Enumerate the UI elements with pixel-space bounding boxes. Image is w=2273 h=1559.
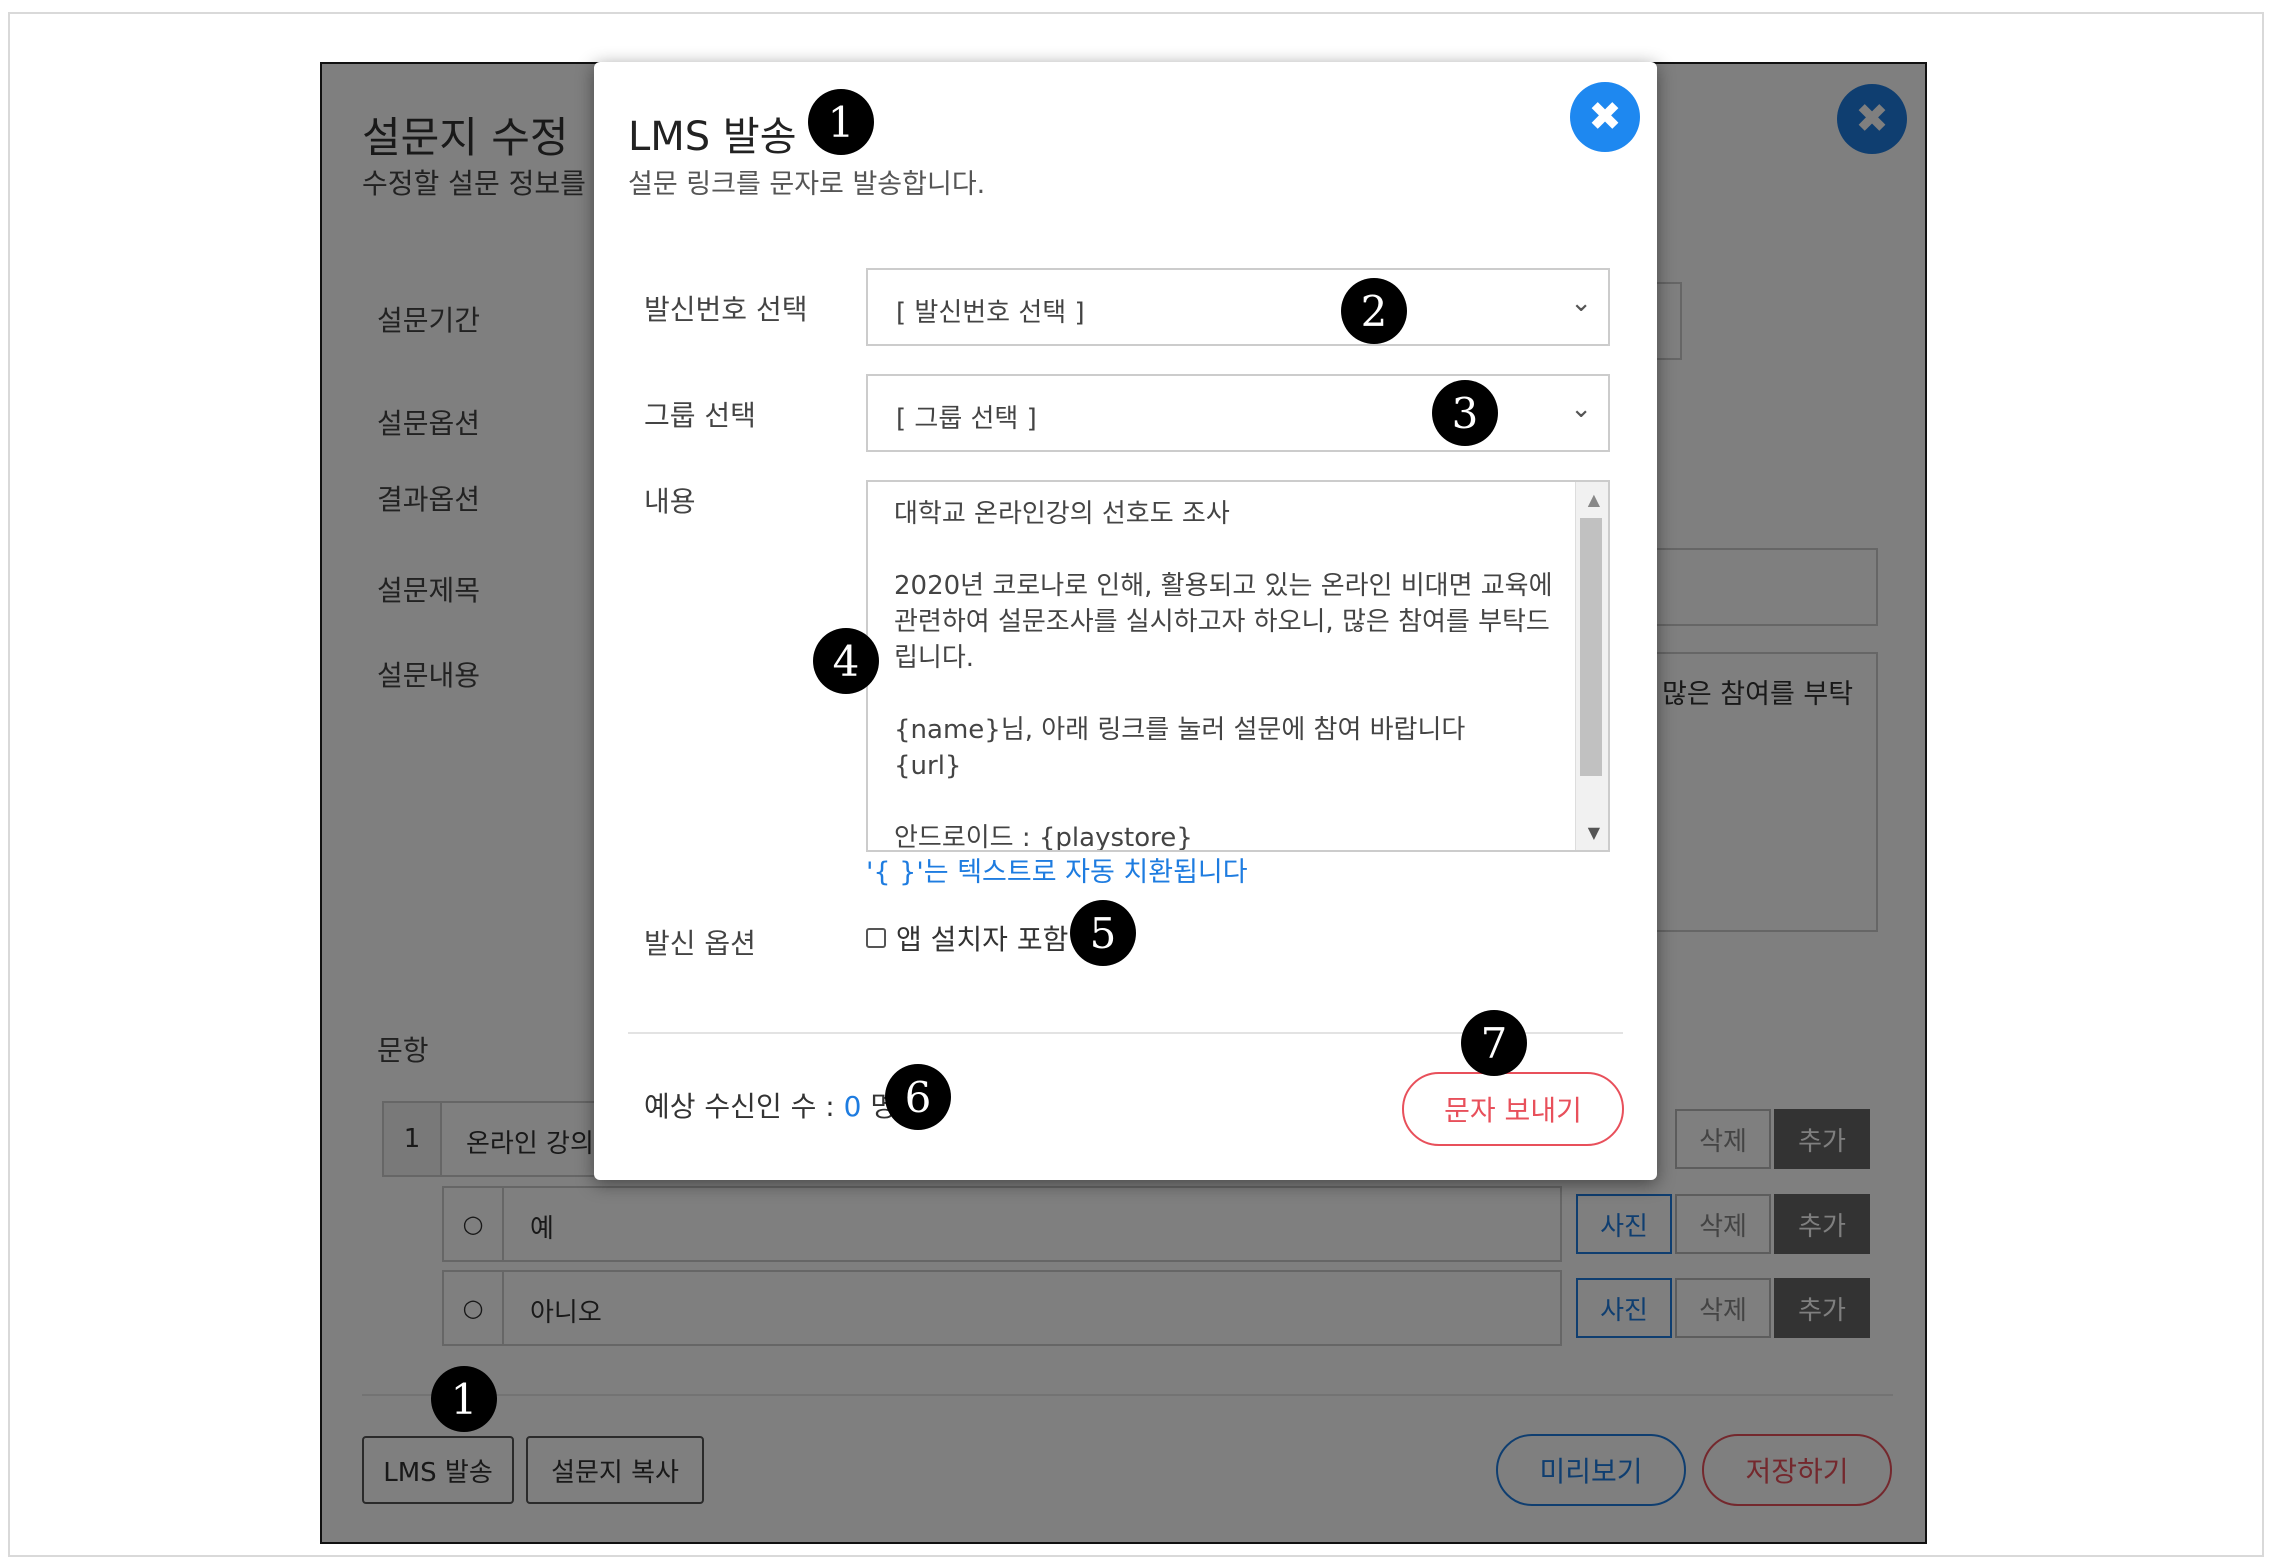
annotation-badge: 1	[431, 1366, 497, 1432]
annotation-badge: 5	[1070, 900, 1136, 966]
annotation-badge: 2	[1341, 278, 1407, 344]
send-message-button[interactable]: 문자 보내기	[1402, 1072, 1624, 1146]
recipients-count: 0	[843, 1090, 862, 1123]
annotation-badge: 1	[808, 89, 874, 155]
chevron-down-icon: ⌄	[1570, 288, 1592, 318]
modal-title: LMS 발송	[628, 114, 797, 160]
sender-number-select[interactable]: [ 발신번호 선택 ] ⌄	[866, 268, 1610, 346]
placeholder-hint: '{ }'는 텍스트로 자동 치환됩니다	[866, 857, 1248, 888]
expected-recipients: 예상 수신인 수 : 0 명	[644, 1085, 896, 1125]
content-label: 내용	[644, 485, 696, 518]
sender-number-value: [ 발신번호 선택 ]	[896, 298, 1085, 328]
annotation-badge: 6	[885, 1064, 951, 1130]
scrollbar-thumb[interactable]	[1580, 518, 1602, 776]
send-option-label: 발신 옵션	[644, 927, 756, 960]
sender-number-label: 발신번호 선택	[644, 293, 808, 326]
recipients-label: 예상 수신인 수 :	[644, 1090, 835, 1123]
group-label: 그룹 선택	[644, 399, 756, 432]
include-app-users-label: 앱 설치자 포함	[896, 923, 1069, 956]
include-app-users-checkbox[interactable]: 앱 설치자 포함	[866, 918, 1068, 958]
close-icon[interactable]: ✖	[1570, 82, 1640, 152]
group-value: [ 그룹 선택 ]	[896, 404, 1037, 434]
scrollbar[interactable]: ▲ ▼	[1575, 482, 1608, 850]
checkbox-icon[interactable]	[866, 928, 886, 948]
content-textarea[interactable]: 대학교 온라인강의 선호도 조사 2020년 코로나로 인해, 활용되고 있는 …	[866, 480, 1610, 852]
annotation-badge: 3	[1432, 380, 1498, 446]
group-select[interactable]: [ 그룹 선택 ] ⌄	[866, 374, 1610, 452]
content-text: 대학교 온라인강의 선호도 조사 2020년 코로나로 인해, 활용되고 있는 …	[894, 499, 1553, 852]
scroll-down-icon[interactable]: ▼	[1588, 823, 1600, 842]
annotation-badge: 4	[813, 628, 879, 694]
annotation-badge: 7	[1461, 1010, 1527, 1076]
scroll-up-icon[interactable]: ▲	[1588, 490, 1600, 509]
chevron-down-icon: ⌄	[1570, 394, 1592, 424]
modal-subtitle: 설문 링크를 문자로 발송합니다.	[628, 169, 986, 200]
